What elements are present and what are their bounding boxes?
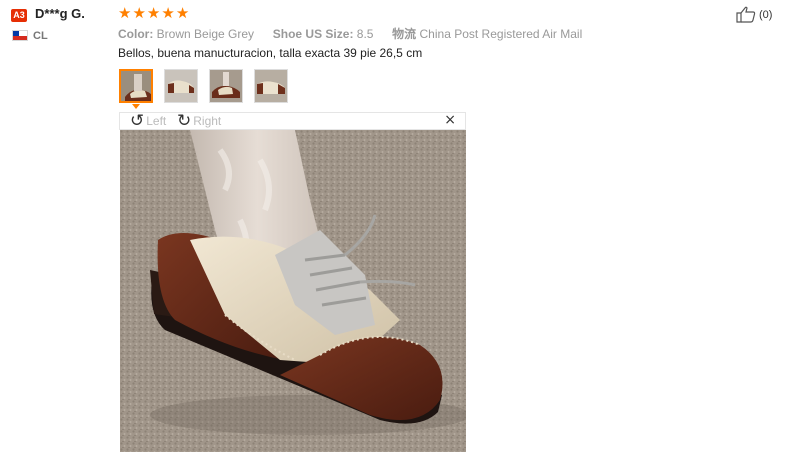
star-rating: ★ ★ ★ ★ ★: [118, 4, 189, 22]
review-thumbnail[interactable]: [164, 69, 198, 103]
star-icon: ★: [132, 4, 146, 22]
attr-shipping-key: 物流: [392, 27, 417, 41]
helpful-button[interactable]: (0): [736, 6, 772, 23]
star-icon: ★: [175, 4, 190, 22]
rotate-left-icon: ↺: [130, 111, 145, 131]
image-viewer-toolbar: ↺ Left ↻ Right ×: [119, 112, 466, 130]
attr-size-key: Shoe US Size:: [272, 27, 354, 41]
reviewer-name: D***g G.: [35, 6, 85, 21]
thumbs-up-icon: [736, 6, 756, 23]
rotate-left-label: Left: [146, 114, 167, 128]
rotate-left-button[interactable]: ↺ Left: [130, 111, 167, 131]
rotate-right-label: Right: [193, 114, 222, 128]
review-thumbnail[interactable]: [254, 69, 288, 103]
order-attributes: Color: Brown Beige Grey Shoe US Size: 8.…: [118, 25, 582, 42]
review-thumbnail[interactable]: [119, 69, 153, 103]
attr-color-key: Color:: [118, 27, 154, 41]
attr-shipping-value: China Post Registered Air Mail: [419, 27, 583, 41]
star-icon: ★: [118, 4, 132, 22]
review-photo: [120, 130, 466, 452]
helpful-count: (0): [759, 8, 773, 21]
close-viewer-button[interactable]: ×: [444, 112, 456, 128]
active-thumbnail-caret: [132, 104, 140, 109]
review-thumbnail[interactable]: [209, 69, 243, 103]
star-icon: ★: [146, 4, 161, 22]
rotate-right-button[interactable]: ↻ Right: [177, 111, 222, 131]
attr-size-value: 8.5: [356, 27, 374, 41]
attr-color-value: Brown Beige Grey: [156, 27, 255, 41]
reviewer-country: CL: [33, 30, 48, 42]
buyer-level-badge: A3: [11, 9, 27, 22]
rotate-right-icon: ↻: [177, 111, 192, 131]
review-thumbnails: [119, 69, 288, 103]
star-icon: ★: [161, 4, 175, 22]
chile-flag-icon: [12, 30, 28, 41]
review-text: Bellos, buena manucturacion, talla exact…: [118, 46, 423, 60]
